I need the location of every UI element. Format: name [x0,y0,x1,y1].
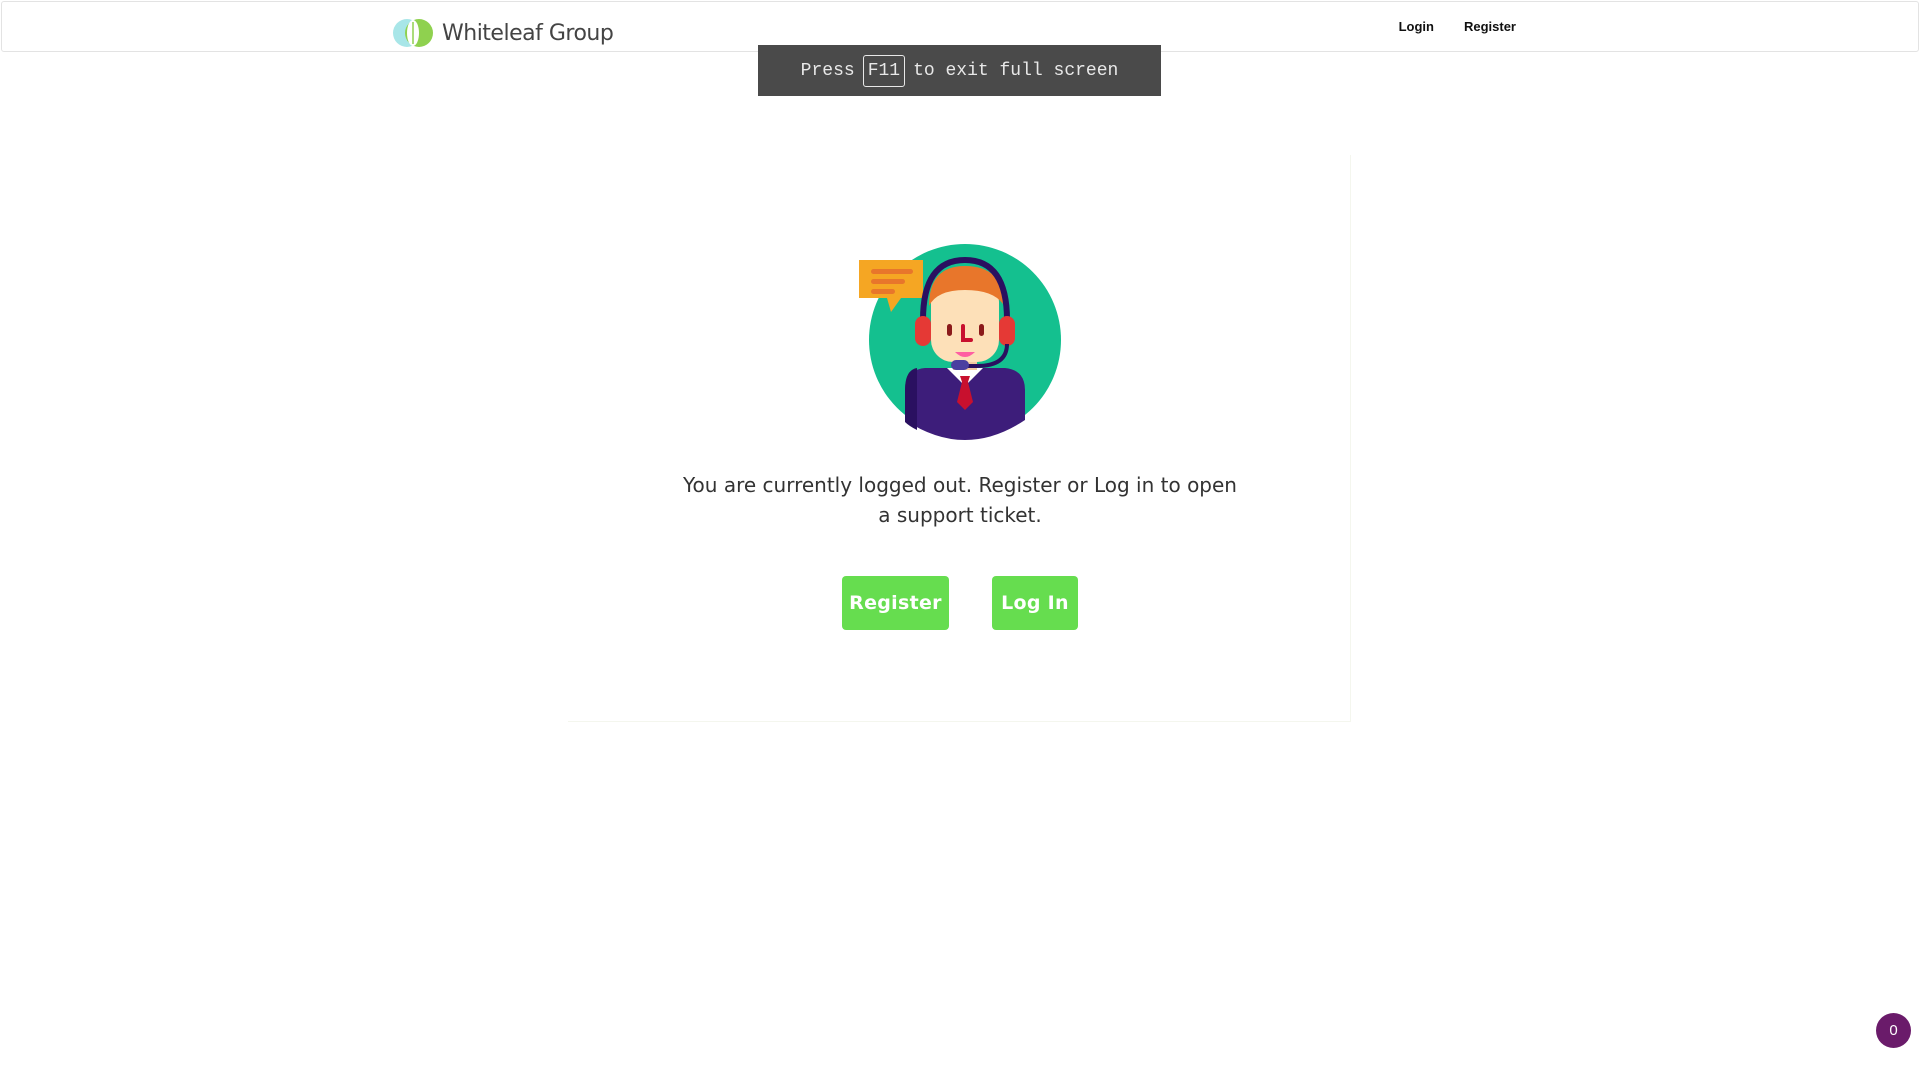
fullscreen-notice-key: F11 [862,54,906,87]
nav-links: Login Register [1399,16,1516,38]
floating-notification-badge[interactable]: 0 [1876,1013,1911,1048]
leaf-logo-icon [393,19,433,47]
brand-logo-link[interactable]: Whiteleaf Group [392,16,614,50]
support-agent-icon [859,240,1071,440]
fullscreen-notice-suffix: to exit full screen [913,60,1119,81]
fullscreen-notice-prefix: Press [800,60,855,81]
nav-login-link[interactable]: Login [1399,16,1434,38]
login-button[interactable]: Log In [992,576,1078,630]
nav-register-link[interactable]: Register [1464,16,1516,38]
logged-out-message: You are currently logged out. Register o… [683,473,1237,527]
brand-name: Whiteleaf Group [442,20,614,46]
fullscreen-exit-notice: Press F11 to exit full screen [758,45,1161,96]
register-button[interactable]: Register [842,576,949,630]
